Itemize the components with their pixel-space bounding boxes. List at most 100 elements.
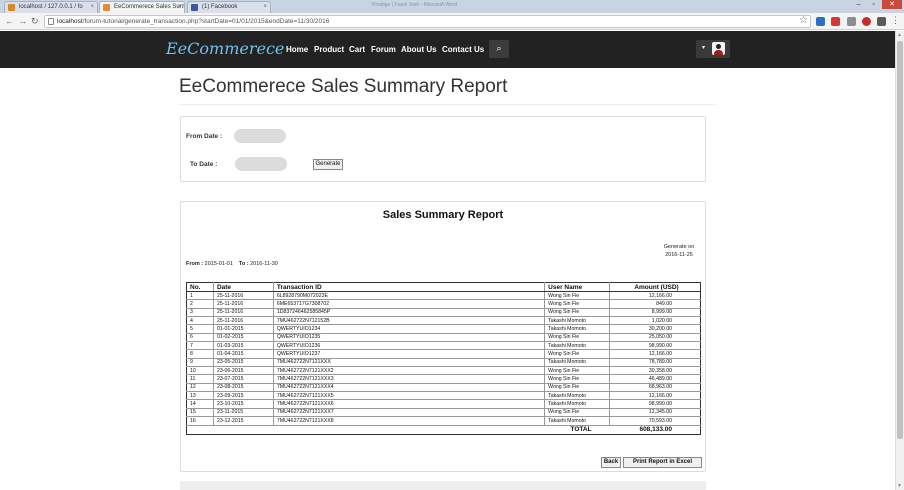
footer-band bbox=[180, 481, 706, 490]
extension-red-icon[interactable] bbox=[831, 17, 840, 26]
row-number: 1 bbox=[186, 291, 214, 301]
phpmyadmin-favicon-icon bbox=[8, 4, 15, 11]
row-amount: 98,990.00 bbox=[609, 399, 701, 409]
report-title: Sales Summary Report bbox=[382, 209, 504, 221]
page-title: EeCommerece Sales Summary Report bbox=[179, 76, 508, 97]
range-to-label: To : bbox=[238, 261, 249, 267]
column-header: Transaction ID bbox=[272, 282, 545, 292]
row-date: 01-04-2015 bbox=[212, 349, 274, 359]
row-number: 12 bbox=[186, 383, 214, 393]
url-path: /forum-tutorial/generate_transaction.php… bbox=[82, 18, 330, 25]
minimize-icon[interactable]: – bbox=[851, 0, 866, 9]
page-info-icon[interactable] bbox=[48, 18, 54, 25]
row-user-name: Takashi Momoto bbox=[544, 416, 610, 426]
row-number: 4 bbox=[186, 316, 214, 326]
total-value: 608,133.00 bbox=[609, 424, 701, 434]
search-button[interactable]: ⌕ bbox=[489, 40, 509, 58]
generated-on-date: 2016-11-25 bbox=[665, 252, 693, 258]
nav-about-us[interactable]: About Us bbox=[401, 45, 437, 54]
address-bar-input[interactable]: localhost/forum-tutorial/generate_transa… bbox=[44, 15, 811, 28]
scroll-up-icon[interactable]: ▲ bbox=[897, 32, 902, 38]
tab-label: localhost / 127.0.0.1 / fo bbox=[19, 4, 83, 10]
table-row: 4 25-11-2016 7MU462722N712152B Takashi Momo… bbox=[186, 316, 701, 326]
row-number: 3 bbox=[186, 308, 214, 318]
table-row: 10 23-06-2015 7MU462722N7121XXX2 Wong Sin F… bbox=[186, 366, 701, 376]
table-row: 1 25-11-2016 6L8928790M072023E Wong Sin Fie… bbox=[186, 291, 701, 301]
page-scrollbar[interactable]: ▲ ▼ bbox=[895, 31, 904, 490]
from-date-input[interactable] bbox=[234, 129, 286, 143]
row-user-name: Wong Sin Fie bbox=[544, 349, 610, 359]
avatar bbox=[712, 42, 725, 55]
tab-close-icon[interactable]: × bbox=[90, 2, 94, 13]
close-window-icon[interactable]: ✕ bbox=[882, 0, 902, 9]
row-amount: 46,489.00 bbox=[609, 374, 701, 384]
scroll-down-icon[interactable]: ▼ bbox=[897, 483, 902, 489]
row-number: 5 bbox=[186, 324, 214, 334]
browser-toolbar: ← → ↻ localhost/forum-tutorial/generate_… bbox=[0, 13, 904, 30]
row-transaction-id: 7MU462722N7121XXX2 bbox=[272, 366, 545, 376]
row-amount: 8,999.00 bbox=[609, 308, 701, 318]
to-date-input[interactable] bbox=[235, 157, 287, 171]
bookmark-star-icon[interactable]: ☆ bbox=[799, 15, 808, 26]
table-row: 6 01-02-2015 QWERTYUIO1235 Wong Sin Fie 25,0… bbox=[186, 333, 701, 343]
tab-label: EeCommerece Sales Sum bbox=[114, 4, 185, 10]
row-amount: 849.00 bbox=[609, 299, 701, 309]
back-icon[interactable]: ← bbox=[5, 16, 14, 26]
row-date: 23-09-2015 bbox=[212, 391, 274, 401]
forward-icon[interactable]: → bbox=[18, 16, 27, 26]
extension-gray-icon[interactable] bbox=[847, 17, 856, 26]
row-amount: 25,050.00 bbox=[609, 333, 701, 343]
row-number: 16 bbox=[186, 416, 214, 426]
row-transaction-id: QWERTYUIO1237 bbox=[272, 349, 545, 359]
browser-tab-facebook[interactable]: (1) Facebook × bbox=[187, 1, 271, 13]
row-date: 23-05-2015 bbox=[212, 358, 274, 368]
generate-button[interactable]: Generate bbox=[313, 159, 343, 170]
nav-product[interactable]: Product bbox=[314, 45, 344, 54]
browser-tab-phpmyadmin[interactable]: localhost / 127.0.0.1 / fo × bbox=[4, 1, 98, 13]
row-user-name: Wong Sin Fie bbox=[544, 333, 610, 343]
scrollbar-thumb[interactable] bbox=[897, 41, 903, 439]
reload-icon[interactable]: ↻ bbox=[31, 16, 39, 26]
row-date: 23-06-2015 bbox=[212, 366, 274, 376]
browser-tab-report[interactable]: EeCommerece Sales Sum × bbox=[99, 1, 185, 13]
tab-close-icon[interactable]: × bbox=[263, 2, 267, 13]
row-user-name: Wong Sin Fie bbox=[544, 291, 610, 301]
row-user-name: Wong Sin Fie bbox=[544, 308, 610, 318]
column-header: Amount (USD) bbox=[609, 282, 701, 292]
row-date: 25-11-2016 bbox=[212, 308, 274, 318]
table-row: 9 23-05-2015 7MU462722N7121XXX Takashi Momo… bbox=[186, 358, 701, 368]
extension-dark-icon[interactable] bbox=[877, 17, 886, 26]
from-date-label: From Date : bbox=[186, 133, 223, 140]
maximize-icon[interactable]: ▫ bbox=[866, 0, 881, 9]
extension-red-circle-icon[interactable] bbox=[862, 17, 871, 26]
row-amount: 12,166.00 bbox=[609, 291, 701, 301]
nav-forum[interactable]: Forum bbox=[371, 45, 396, 54]
row-date: 23-12-2015 bbox=[212, 416, 274, 426]
browser-menu-icon[interactable]: ⋮ bbox=[891, 15, 900, 26]
extension-blue-icon[interactable] bbox=[816, 17, 825, 26]
chevron-down-icon: ▾ bbox=[702, 45, 706, 51]
nav-home[interactable]: Home bbox=[286, 45, 308, 54]
print-excel-button[interactable]: Print Report in Excel bbox=[623, 457, 702, 468]
back-button[interactable]: Back bbox=[601, 457, 621, 468]
table-row: 14 23-10-2015 7MU462722N7121XXX6 Takashi Mo… bbox=[186, 399, 701, 409]
table-row: 2 25-11-2016 6ME653717G7308702 Wong Sin Fie… bbox=[186, 299, 701, 309]
row-user-name: Takashi Momoto bbox=[544, 399, 610, 409]
brand-logo[interactable]: EeCommerece bbox=[166, 39, 284, 58]
row-number: 13 bbox=[186, 391, 214, 401]
row-user-name: Wong Sin Fie bbox=[544, 408, 610, 418]
nav-cart[interactable]: Cart bbox=[349, 45, 365, 54]
row-amount: 68,963.00 bbox=[609, 383, 701, 393]
to-date-label: To Date : bbox=[190, 161, 218, 168]
title-divider bbox=[179, 104, 716, 105]
page-favicon-icon bbox=[103, 4, 110, 11]
row-number: 7 bbox=[186, 341, 214, 351]
table-header-row: No. Date Transaction ID User Name Amount… bbox=[186, 282, 701, 292]
row-number: 14 bbox=[186, 399, 214, 409]
tab-close-icon[interactable]: × bbox=[177, 2, 181, 13]
row-transaction-id: QWERTYUIO1235 bbox=[272, 333, 545, 343]
nav-contact-us[interactable]: Contact Us bbox=[442, 45, 484, 54]
row-amount: 12,166.00 bbox=[609, 349, 701, 359]
range-from-label: From : bbox=[186, 261, 204, 267]
user-menu-dropdown[interactable]: ▾ bbox=[696, 40, 730, 58]
